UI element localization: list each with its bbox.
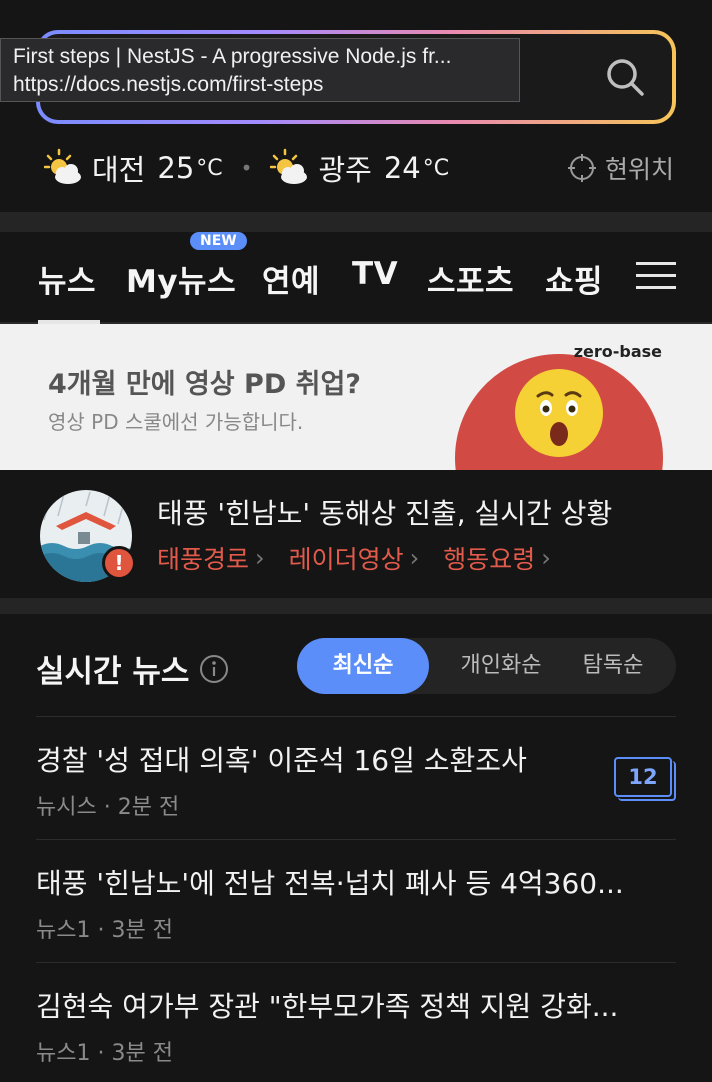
new-badge: NEW (190, 232, 247, 250)
section-title: 실시간 뉴스 (36, 646, 229, 691)
current-location-button[interactable]: 현위치 (567, 150, 674, 186)
section-divider (0, 598, 712, 614)
list-item[interactable]: 김현숙 여가부 장관 "한부모가족 정책 지원 강화... 뉴스1 · 3분 전 (36, 962, 676, 1082)
related-count-badge[interactable]: 12 (614, 757, 672, 797)
weather-temp: 24 (383, 151, 421, 185)
crosshair-icon (567, 154, 596, 182)
news-list: 경찰 '성 접대 의혹' 이준석 16일 소환조사 뉴시스 · 2분 전 12 … (36, 716, 676, 1082)
alert-warning-icon: ! (102, 546, 136, 580)
info-icon[interactable] (199, 654, 229, 684)
list-item[interactable]: 태풍 '힌남노'에 전남 전복·넙치 폐사 등 4억360... 뉴스1 · 3… (36, 839, 676, 962)
weather-city: 대전 (92, 153, 146, 187)
section-divider (0, 212, 712, 232)
location-label: 현위치 (604, 155, 674, 184)
tab-shopping[interactable]: 쇼핑 (545, 256, 603, 301)
weather-unit: °C (196, 155, 223, 181)
tab-tv[interactable]: TV (352, 256, 398, 292)
alert-link-typhoon-path[interactable]: 태풍경로 › (157, 540, 265, 576)
weather-item[interactable]: 광주 24 °C (270, 147, 449, 189)
tooltip-title: First steps | NestJS - A progressive Nod… (13, 45, 452, 68)
weather-bar: 대전 25 °C • 광주 24 °C (44, 146, 449, 190)
realtime-news-heading: 실시간 뉴스 (36, 654, 190, 690)
alert-title[interactable]: 태풍 '힌남노' 동해상 진출, 실시간 상황 (157, 492, 612, 532)
news-title[interactable]: 김현숙 여가부 장관 "한부모가족 정책 지원 강화... (36, 985, 666, 1025)
ad-brand-logo: zero-base (573, 342, 662, 361)
ad-banner[interactable]: 4개월 만에 영상 PD 취업? 영상 PD 스쿨에선 가능합니다. zero-… (0, 324, 712, 470)
chevron-right-icon: › (541, 544, 551, 572)
sort-latest-button[interactable]: 최신순 (297, 638, 429, 694)
partly-cloudy-icon (270, 148, 308, 184)
search-icon[interactable] (604, 56, 646, 98)
alert-link-radar[interactable]: 레이더영상 › (289, 540, 420, 576)
weather-temp: 25 (157, 151, 195, 185)
chevron-right-icon: › (255, 544, 265, 572)
alert-link-guide[interactable]: 행동요령 › (443, 540, 551, 576)
ad-title: 4개월 만에 영상 PD 취업? (48, 369, 361, 400)
hamburger-menu-icon[interactable] (636, 262, 676, 292)
typhoon-alert[interactable]: ! 태풍 '힌남노' 동해상 진출, 실시간 상황 태풍경로 › 레이더영상 › 행… (0, 470, 712, 598)
tab-news[interactable]: 뉴스 (38, 256, 101, 324)
ad-subtitle: 영상 PD 스쿨에선 가능합니다. (48, 410, 304, 434)
news-meta: 뉴시스 · 2분 전 (36, 795, 180, 820)
list-item[interactable]: 경찰 '성 접대 의혹' 이준석 16일 소환조사 뉴시스 · 2분 전 12 (36, 716, 676, 839)
partly-cloudy-icon (44, 148, 81, 184)
weather-city: 광주 (318, 153, 372, 187)
separator-dot: • (240, 156, 253, 180)
tab-sports[interactable]: 스포츠 (427, 256, 514, 301)
alert-links: 태풍경로 › 레이더영상 › 행동요령 › (157, 540, 575, 576)
tab-my-news[interactable]: My뉴스 (126, 256, 236, 301)
surprised-face-icon (515, 369, 603, 457)
news-title[interactable]: 태풍 '힌남노'에 전남 전복·넙치 폐사 등 4억360... (36, 862, 666, 902)
weather-unit: °C (422, 155, 450, 181)
sort-personalized-button[interactable]: 개인화순 (439, 638, 563, 694)
sort-deep-read-button[interactable]: 탐독순 (563, 638, 663, 694)
realtime-news-section: 실시간 뉴스 최신순 개인화순 탐독순 경찰 '성 접대 의혹' 이준석 16일… (0, 614, 712, 1082)
sort-segmented-control: 최신순 개인화순 탐독순 (297, 638, 676, 694)
news-meta: 뉴스1 · 3분 전 (36, 918, 173, 943)
chevron-right-icon: › (409, 544, 420, 572)
link-tooltip: First steps | NestJS - A progressive Nod… (0, 38, 520, 102)
tooltip-url: https://docs.nestjs.com/first-steps (13, 73, 324, 96)
news-title[interactable]: 경찰 '성 접대 의혹' 이준석 16일 소환조사 (36, 739, 596, 779)
weather-item[interactable]: 대전 25 °C (44, 147, 223, 189)
search-header: First steps | NestJS - A progressive Nod… (0, 0, 712, 212)
news-meta: 뉴스1 · 3분 전 (36, 1041, 173, 1066)
main-nav: 뉴스 My뉴스 연예 TV 스포츠 쇼핑 (0, 232, 712, 324)
tab-entertainment[interactable]: 연예 (262, 256, 320, 301)
